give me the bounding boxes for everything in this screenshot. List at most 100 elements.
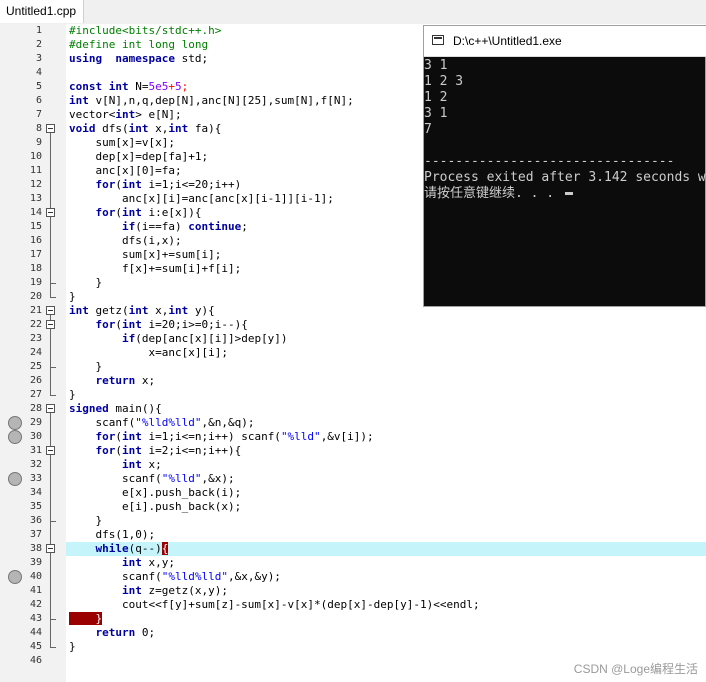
line-number[interactable]: 9 — [0, 136, 42, 150]
line-number[interactable]: 8 — [0, 122, 42, 136]
code-line[interactable]: #define int long long — [69, 38, 208, 52]
code-line[interactable]: } — [69, 612, 103, 626]
code-line[interactable]: for(int i=20;i>=0;i--){ — [69, 318, 247, 332]
code-line[interactable]: } — [69, 290, 76, 304]
code-line[interactable]: f[x]+=sum[i]+f[i]; — [69, 262, 241, 276]
line-number[interactable]: 26 — [0, 374, 42, 388]
line-number[interactable]: 12 — [0, 178, 42, 192]
breakpoint-icon[interactable] — [8, 430, 22, 444]
line-number[interactable]: 4 — [0, 66, 42, 80]
line-number[interactable]: 6 — [0, 94, 42, 108]
tab-untitled1-cpp[interactable]: Untitled1.cpp — [0, 0, 84, 23]
code-line[interactable]: const int N=5e5+5; — [69, 80, 188, 94]
code-line[interactable]: dfs(1,0); — [69, 528, 155, 542]
line-number[interactable]: 27 — [0, 388, 42, 402]
line-number[interactable]: 23 — [0, 332, 42, 346]
line-number[interactable]: 11 — [0, 164, 42, 178]
line-number[interactable]: 44 — [0, 626, 42, 640]
code-line[interactable]: } — [69, 640, 76, 654]
code-line[interactable]: scanf("%lld%lld",&x,&y); — [69, 570, 281, 584]
code-line[interactable]: int x,y; — [69, 556, 175, 570]
line-number[interactable]: 14 — [0, 206, 42, 220]
line-number[interactable]: 42 — [0, 598, 42, 612]
code-line[interactable]: if(dep[anc[x][i]]>dep[y]) — [69, 332, 288, 346]
code-line[interactable]: sum[x]=v[x]; — [69, 136, 174, 150]
line-number[interactable]: 37 — [0, 528, 42, 542]
code-line[interactable]: while(q--){ — [69, 542, 169, 556]
code-line[interactable]: int z=getz(x,y); — [69, 584, 228, 598]
line-number[interactable]: 28 — [0, 402, 42, 416]
code-line[interactable]: anc[x][i]=anc[anc[x][i-1]][i-1]; — [69, 192, 334, 206]
line-number[interactable]: 31 — [0, 444, 42, 458]
fold-collapse-icon[interactable] — [46, 208, 55, 217]
line-number[interactable]: 35 — [0, 500, 42, 514]
line-number[interactable]: 43 — [0, 612, 42, 626]
line-number[interactable]: 45 — [0, 640, 42, 654]
console-window[interactable]: D:\c++\Untitled1.exe 3 11 2 31 23 1 7 ----… — [423, 25, 706, 307]
line-number[interactable]: 38 — [0, 542, 42, 556]
breakpoint-icon[interactable] — [8, 472, 22, 486]
line-number[interactable]: 13 — [0, 192, 42, 206]
line-number[interactable]: 36 — [0, 514, 42, 528]
fold-collapse-icon[interactable] — [46, 544, 55, 553]
fold-collapse-icon[interactable] — [46, 306, 55, 315]
line-number[interactable]: 21 — [0, 304, 42, 318]
line-number[interactable]: 24 — [0, 346, 42, 360]
code-line[interactable]: e[i].push_back(x); — [69, 500, 241, 514]
code-line[interactable]: } — [69, 360, 102, 374]
fold-collapse-icon[interactable] — [46, 446, 55, 455]
fold-collapse-icon[interactable] — [46, 124, 55, 133]
code-line[interactable]: sum[x]+=sum[i]; — [69, 248, 221, 262]
fold-collapse-icon[interactable] — [46, 404, 55, 413]
line-number[interactable]: 17 — [0, 248, 42, 262]
code-line[interactable]: for(int i=2;i<=n;i++){ — [69, 444, 241, 458]
line-number[interactable]: 39 — [0, 556, 42, 570]
code-line[interactable]: x=anc[x][i]; — [69, 346, 227, 360]
code-line[interactable]: cout<<f[y]+sum[z]-sum[x]-v[x]*(dep[x]-de… — [69, 598, 480, 612]
line-number[interactable]: 34 — [0, 486, 42, 500]
code-line[interactable]: } — [69, 276, 102, 290]
line-number[interactable]: 10 — [0, 150, 42, 164]
code-line[interactable]: for(int i=1;i<=n;i++) scanf("%lld",&v[i]… — [69, 430, 373, 444]
fold-collapse-icon[interactable] — [46, 320, 55, 329]
code-line[interactable]: #include<bits/stdc++.h> — [69, 24, 221, 38]
code-line[interactable]: int v[N],n,q,dep[N],anc[N][25],sum[N],f[… — [69, 94, 354, 108]
code-line[interactable]: scanf("%lld",&x); — [69, 472, 235, 486]
code-line[interactable]: for(int i:e[x]){ — [69, 206, 201, 220]
line-number[interactable]: 32 — [0, 458, 42, 472]
line-number[interactable]: 20 — [0, 290, 42, 304]
line-number[interactable]: 18 — [0, 262, 42, 276]
code-line[interactable]: int getz(int x,int y){ — [69, 304, 215, 318]
code-line[interactable]: using namespace std; — [69, 52, 208, 66]
line-number[interactable]: 22 — [0, 318, 42, 332]
line-number[interactable]: 1 — [0, 24, 42, 38]
line-number[interactable]: 7 — [0, 108, 42, 122]
code-line[interactable]: scanf("%lld%lld",&n,&q); — [69, 416, 254, 430]
code-line[interactable]: anc[x][0]=fa; — [69, 164, 181, 178]
line-number[interactable]: 25 — [0, 360, 42, 374]
code-line[interactable]: signed main(){ — [69, 402, 162, 416]
code-line[interactable]: dfs(i,x); — [69, 234, 182, 248]
line-number[interactable]: 2 — [0, 38, 42, 52]
code-line[interactable]: vector<int> e[N]; — [69, 108, 182, 122]
code-line[interactable]: return 0; — [69, 626, 155, 640]
code-line[interactable]: for(int i=1;i<=20;i++) — [69, 178, 241, 192]
line-number[interactable]: 16 — [0, 234, 42, 248]
breakpoint-icon[interactable] — [8, 570, 22, 584]
line-number[interactable]: 3 — [0, 52, 42, 66]
code-line[interactable]: } — [69, 388, 76, 402]
code-line[interactable]: return x; — [69, 374, 155, 388]
console-title-bar[interactable]: D:\c++\Untitled1.exe — [424, 26, 706, 57]
line-number[interactable]: 15 — [0, 220, 42, 234]
line-number[interactable]: 41 — [0, 584, 42, 598]
line-number[interactable]: 5 — [0, 80, 42, 94]
code-line[interactable]: dep[x]=dep[fa]+1; — [69, 150, 208, 164]
breakpoint-icon[interactable] — [8, 416, 22, 430]
line-number[interactable]: 46 — [0, 654, 42, 668]
code-line[interactable]: if(i==fa) continue; — [69, 220, 248, 234]
code-line[interactable]: } — [69, 514, 102, 528]
code-line[interactable]: e[x].push_back(i); — [69, 486, 241, 500]
line-number[interactable]: 19 — [0, 276, 42, 290]
code-line[interactable]: int x; — [69, 458, 162, 472]
code-line[interactable]: void dfs(int x,int fa){ — [69, 122, 221, 136]
